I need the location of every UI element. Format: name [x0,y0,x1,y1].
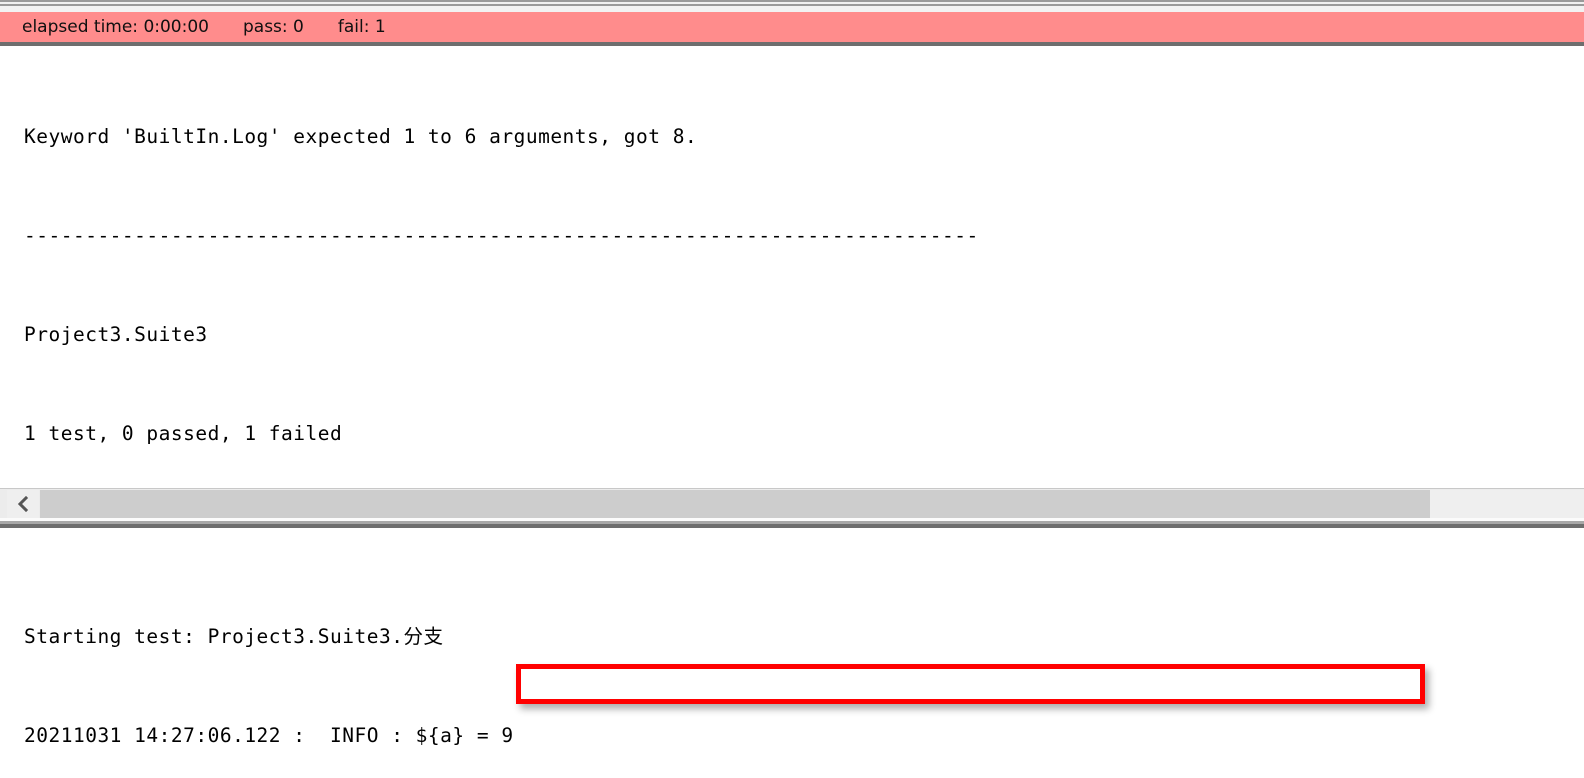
output-pane[interactable]: Keyword 'BuiltIn.Log' expected 1 to 6 ar… [0,46,1584,488]
scrollbar-thumb[interactable] [40,490,1430,518]
output-line: 1 test, 0 passed, 1 failed [24,422,343,445]
message-log-text: Starting test: Project3.Suite3.分支 202110… [24,554,1089,778]
output-pane-horizontal-scrollbar[interactable] [0,488,1584,518]
output-pane-text: Keyword 'BuiltIn.Log' expected 1 to 6 ar… [24,54,1584,488]
chrome-divider-upper [0,0,1584,2]
scroll-left-button[interactable] [7,490,39,518]
window-chrome-strip [0,0,1584,12]
elapsed-time-label: elapsed time: 0:00:00 [22,17,209,37]
message-log-pane[interactable]: Starting test: Project3.Suite3.分支 202110… [0,528,1584,778]
pass-count-label: pass: 0 [242,17,304,37]
output-line: Project3.Suite3 [24,323,208,346]
test-runner-console: elapsed time: 0:00:00 pass: 0 fail: 1 Ke… [0,0,1584,778]
log-line-info: 20211031 14:27:06.122 : INFO : ${a} = 9 [24,724,514,747]
output-line: Keyword 'BuiltIn.Log' expected 1 to 6 ar… [24,125,698,148]
log-line-starting-test: Starting test: Project3.Suite3.分支 [24,625,444,648]
run-status-bar: elapsed time: 0:00:00 pass: 0 fail: 1 [0,12,1584,42]
chevron-left-icon [17,496,29,512]
output-separator-dashes: ----------------------------------------… [24,224,979,247]
fail-count-label: fail: 1 [337,17,386,37]
